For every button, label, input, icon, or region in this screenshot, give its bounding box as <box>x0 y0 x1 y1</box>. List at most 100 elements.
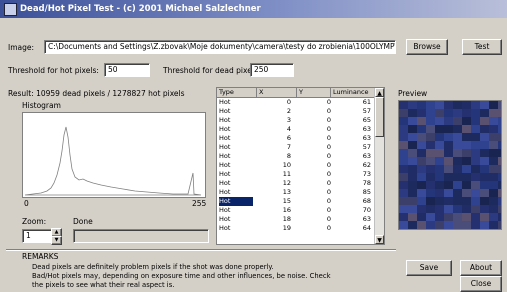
zoom-input[interactable]: 1 <box>22 229 52 243</box>
preview-block <box>462 197 471 205</box>
save-button[interactable]: Save <box>406 260 452 276</box>
preview-block <box>399 133 408 141</box>
preview-block <box>489 149 498 157</box>
preview-block <box>444 173 453 181</box>
table-row[interactable]: Hot 13 0 85 <box>217 188 375 197</box>
cell-x: 4 <box>286 125 291 133</box>
preview-block <box>435 165 444 173</box>
preview-block <box>444 205 453 213</box>
title-bar[interactable]: Dead/Hot Pixel Test - (c) 2001 Michael S… <box>0 0 507 18</box>
table-row[interactable]: Hot 15 0 68 <box>217 197 375 206</box>
preview-block <box>453 157 462 165</box>
preview-block <box>462 173 471 181</box>
cell-x: 13 <box>282 188 291 196</box>
table-scrollbar[interactable]: ▲ ▼ <box>374 88 384 244</box>
cell-luminance: 65 <box>362 116 371 124</box>
preview-block <box>489 189 498 197</box>
scroll-thumb[interactable] <box>375 97 384 137</box>
cell-type: Hot <box>219 98 231 106</box>
pixel-table[interactable]: Type X Y Luminance Hot 0 0 61 Hot 2 0 57 Hot 3 0 65… <box>216 87 385 245</box>
cell-luminance: 57 <box>362 107 371 115</box>
preview-block <box>498 109 507 117</box>
preview-block <box>408 221 417 229</box>
preview-block <box>444 197 453 205</box>
preview-block <box>453 165 462 173</box>
preview-block <box>408 141 417 149</box>
preview-block <box>399 101 408 109</box>
table-row[interactable]: Hot 10 0 62 <box>217 161 375 170</box>
hot-threshold-input[interactable]: 50 <box>104 63 150 77</box>
table-row[interactable]: Hot 8 0 63 <box>217 152 375 161</box>
preview-block <box>489 109 498 117</box>
preview-block <box>489 165 498 173</box>
table-row[interactable]: Hot 6 0 63 <box>217 134 375 143</box>
preview-block <box>462 125 471 133</box>
preview-block <box>498 101 507 109</box>
preview-block <box>471 149 480 157</box>
column-header-x[interactable]: X <box>257 88 297 97</box>
cell-x: 11 <box>282 170 291 178</box>
about-button[interactable]: About <box>460 260 502 276</box>
scroll-up-arrow[interactable]: ▲ <box>375 88 384 97</box>
preview-block <box>462 149 471 157</box>
preview-block <box>408 165 417 173</box>
preview-block <box>471 197 480 205</box>
preview-block <box>489 213 498 221</box>
table-row[interactable]: Hot 11 0 73 <box>217 170 375 179</box>
scroll-down-arrow[interactable]: ▼ <box>375 235 384 244</box>
preview-block <box>471 133 480 141</box>
preview-block <box>399 109 408 117</box>
image-path-field[interactable]: C:\Documents and Settings\Z.zbovak\Moje … <box>44 40 396 54</box>
table-row[interactable]: Hot 18 0 63 <box>217 215 375 224</box>
preview-block <box>435 189 444 197</box>
preview-block <box>444 149 453 157</box>
cell-type: Hot <box>219 179 231 187</box>
preview-block <box>471 125 480 133</box>
cell-x: 12 <box>282 179 291 187</box>
preview-block <box>453 197 462 205</box>
table-row[interactable]: Hot 0 0 61 <box>217 98 375 107</box>
preview-block <box>489 117 498 125</box>
preview-block <box>417 101 426 109</box>
preview-block <box>462 157 471 165</box>
preview-block <box>489 181 498 189</box>
cell-x: 6 <box>286 134 291 142</box>
cell-type: Hot <box>219 197 253 206</box>
preview-block <box>480 205 489 213</box>
table-row[interactable]: Hot 4 0 63 <box>217 125 375 134</box>
preview-block <box>462 213 471 221</box>
cell-luminance: 63 <box>362 125 371 133</box>
preview-block <box>480 189 489 197</box>
preview-block <box>498 205 507 213</box>
preview-block <box>453 181 462 189</box>
table-row[interactable]: Hot 16 0 70 <box>217 206 375 215</box>
zoom-down-button[interactable]: ▼ <box>51 236 62 245</box>
cell-y: 0 <box>326 125 331 133</box>
preview-block <box>444 181 453 189</box>
dead-threshold-input[interactable]: 250 <box>250 63 294 77</box>
cell-x: 8 <box>286 152 291 160</box>
preview-block <box>426 205 435 213</box>
preview-block <box>453 117 462 125</box>
close-button[interactable]: Close <box>460 276 502 292</box>
test-button[interactable]: Test <box>462 39 502 55</box>
preview-block <box>408 181 417 189</box>
column-header-luminance[interactable]: Luminance <box>331 88 375 97</box>
preview-block <box>417 141 426 149</box>
table-row[interactable]: Hot 2 0 57 <box>217 107 375 116</box>
table-row[interactable]: Hot 12 0 78 <box>217 179 375 188</box>
preview-block <box>498 213 507 221</box>
table-row[interactable]: Hot 7 0 57 <box>217 143 375 152</box>
cell-y: 0 <box>326 224 331 232</box>
browse-button[interactable]: Browse <box>406 39 448 55</box>
preview-block <box>408 197 417 205</box>
preview-block <box>480 109 489 117</box>
column-header-y[interactable]: Y <box>297 88 331 97</box>
preview-block <box>408 149 417 157</box>
table-row[interactable]: Hot 3 0 65 <box>217 116 375 125</box>
preview-image <box>398 100 507 230</box>
column-header-type[interactable]: Type <box>217 88 257 97</box>
table-row[interactable]: Hot 19 0 64 <box>217 224 375 233</box>
preview-block <box>435 197 444 205</box>
hot-threshold-label: Threshold for hot pixels: <box>8 66 99 75</box>
